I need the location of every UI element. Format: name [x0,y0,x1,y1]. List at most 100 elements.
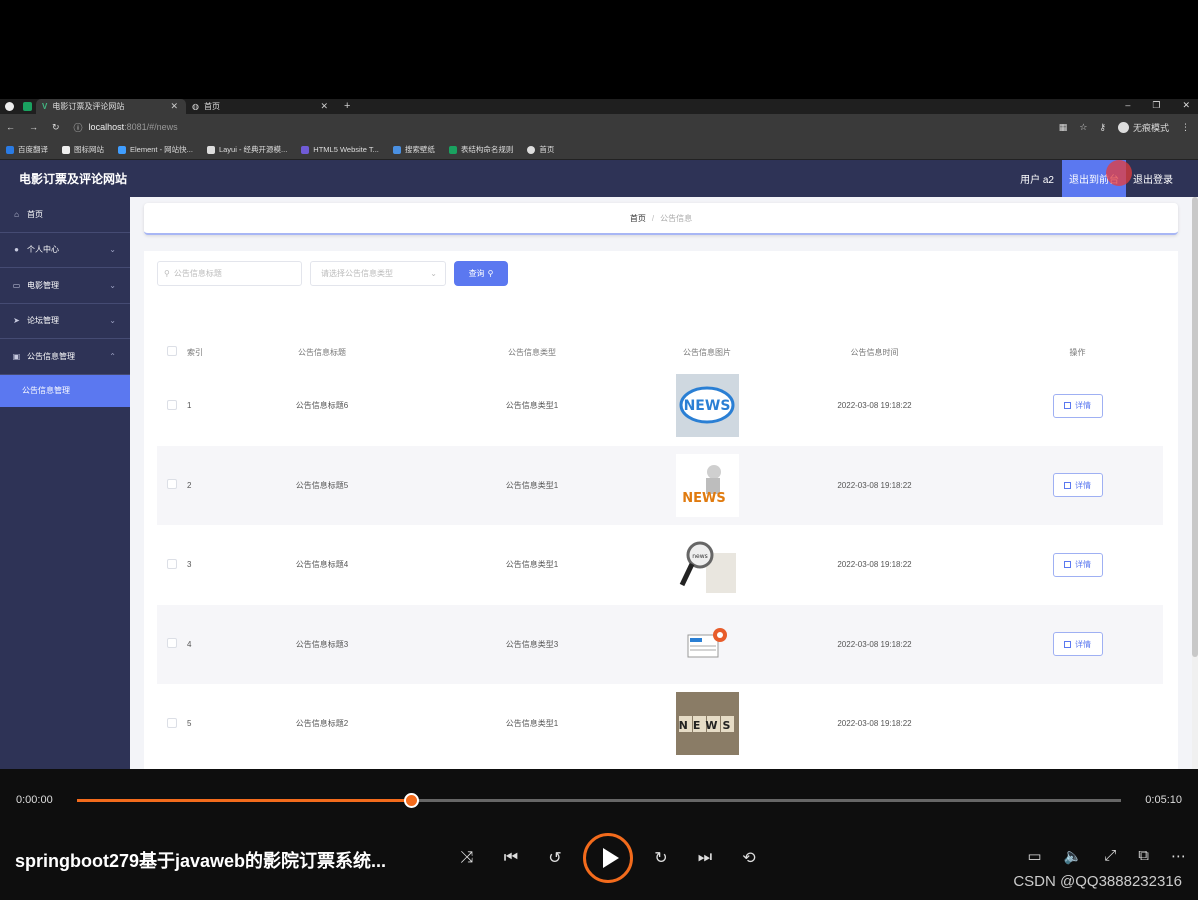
cell-index: 3 [187,560,192,570]
type-select[interactable]: 请选择公告信息类型 ⌄ [310,261,446,286]
forward-icon[interactable]: → [29,122,38,132]
logout-button[interactable]: 退出登录 [1126,171,1198,186]
translate-icon[interactable]: ▦ [1059,122,1068,133]
bookmark-item[interactable]: 搜索壁纸 [392,144,435,155]
current-time: 0:00:00 [16,794,53,806]
title-search-input[interactable]: ⚲ 公告信息标题 [157,261,302,286]
volume-icon[interactable]: 🔈 [1064,847,1083,865]
bookmark-item[interactable]: Layui - 经典开源模... [206,144,287,155]
info-icon[interactable]: ⓘ [74,121,83,134]
row-checkbox[interactable] [167,399,177,410]
cell-type: 公告信息类型1 [505,560,559,570]
breadcrumb-separator: / [651,213,655,223]
subtitles-icon[interactable]: ▭ [1027,847,1041,865]
cell-type: 公告信息类型3 [407,604,657,684]
cell-title: 公告信息标题5 [237,445,407,525]
cell-time: 2022-03-08 19:18:22 [837,719,912,729]
sidebar-item-movies[interactable]: ▭ 电影管理 ⌄ [0,268,130,304]
rewind-10-icon[interactable]: ↺ [533,833,577,883]
new-tab-icon[interactable]: + [344,99,350,114]
content-panel: ⚲ 公告信息标题 请选择公告信息类型 ⌄ 查询 ⚲ 索引 公告信息标题 公告信息… [144,251,1178,769]
page-scrollbar[interactable] [1192,197,1198,769]
sidebar-item-forum[interactable]: ➤ 论坛管理 ⌄ [0,304,130,339]
fullscreen-icon[interactable]: ⤢ [1104,847,1116,865]
cell-type: 公告信息类型1 [505,401,559,411]
news-image: NEWS [675,374,739,438]
previous-icon[interactable]: ⏮ [489,833,533,883]
column-header: 公告信息图片 [683,347,731,357]
tab-close-icon[interactable]: ✕ [320,101,328,112]
tab-close-icon[interactable]: ✕ [170,101,178,112]
cell-type: 公告信息类型1 [505,719,559,729]
bookmark-item[interactable]: 表结构命名规则 [448,144,513,155]
table-row: 5 公告信息标题2 公告信息类型1 NEWS 2022-03-08 19:18:… [157,684,1163,764]
detail-button[interactable]: 详情 [1052,473,1103,498]
detail-button[interactable]: 详情 [1052,393,1103,418]
progress-knob[interactable] [404,793,420,808]
total-time: 0:05:10 [1145,794,1182,806]
player-options: ▭ 🔈 ⤢ ⧉ ⋯ [1027,847,1186,865]
search-icon: ⚲ [164,269,170,278]
watermark: CSDN @QQ3888232316 [1013,873,1182,890]
url-host: localhost [88,122,125,132]
row-checkbox[interactable] [167,717,177,728]
sidebar-item-home[interactable]: ⌂ 首页 [0,197,130,233]
minimize-icon[interactable]: – [1125,99,1130,112]
tab-active[interactable]: V 电影订票及评论网站 ✕ [36,99,186,114]
reload-icon[interactable]: ↻ [52,122,60,133]
more-icon[interactable]: ⋮ [1181,122,1190,133]
star-icon[interactable]: ☆ [1079,122,1087,133]
cell-title: 公告信息标题4 [295,560,349,570]
bookmark-item[interactable]: Element - 网站快... [118,144,193,155]
play-button[interactable] [583,833,633,883]
bookmark-item[interactable]: HTML5 Website T... [301,145,379,154]
bookmark-icon [392,145,401,154]
more-options-icon[interactable]: ⋯ [1171,847,1186,865]
column-header: 公告信息标题 [298,347,346,357]
sidebar-item-profile[interactable]: ● 个人中心 ⌄ [0,233,130,268]
sidebar-subitem-notice-management[interactable]: 公告信息管理 [0,374,130,407]
repeat-off-icon[interactable]: ⟲ [727,833,771,883]
svg-text:news: news [692,553,708,560]
select-all-checkbox[interactable] [167,346,177,356]
sidebar-item-notices[interactable]: ▣ 公告信息管理 ⌃ [0,339,130,375]
bookmark-icon [448,145,457,154]
key-icon[interactable]: ⚷ [1099,122,1106,133]
back-icon[interactable]: ← [6,122,15,132]
bookmark-item[interactable]: 图标网站 [62,144,104,155]
cell-type: 公告信息类型1 [407,445,657,525]
row-checkbox[interactable] [167,558,177,569]
mini-player-icon[interactable]: ⧉ [1138,847,1149,865]
tab-inactive[interactable]: ◍ 首页 ✕ [186,99,336,114]
cell-time: 2022-03-08 19:18:22 [837,401,912,411]
detail-button[interactable]: 详情 [1052,632,1103,657]
news-image: NEWS [675,692,739,756]
query-button[interactable]: 查询 ⚲ [454,261,508,286]
url-field[interactable]: ⓘ localhost:8081/#/news [74,121,178,134]
bookmark-icon [206,145,215,154]
globe-icon: ◍ [192,102,199,111]
table-row: 3 公告信息标题4 公告信息类型1 news 2022-03-08 19:18:… [157,525,1163,605]
progress-track[interactable] [77,793,1121,808]
browser-menu-icon[interactable] [0,99,18,114]
svg-text:NEWS: NEWS [678,719,735,732]
cell-title: 公告信息标题6 [295,401,349,411]
breadcrumb-home[interactable]: 首页 [630,213,646,224]
close-window-icon[interactable]: ✕ [1182,99,1190,112]
row-checkbox[interactable] [167,479,177,490]
next-icon[interactable]: ⏭ [683,833,727,883]
bookmark-item[interactable]: 百度翻译 [6,144,48,155]
bookmark-item[interactable]: 首页 [527,144,554,155]
scrollbar-thumb[interactable] [1192,197,1198,657]
maximize-icon[interactable]: ❐ [1152,99,1160,112]
column-header: 公告信息类型 [508,347,556,357]
shuffle-icon[interactable]: ⤨ [445,833,489,883]
forward-30-icon[interactable]: ↻ [639,833,683,883]
incognito-badge[interactable]: 无痕模式 [1117,121,1169,134]
row-checkbox[interactable] [167,638,177,649]
notice-icon: ▣ [12,351,21,361]
app-body: ⌂ 首页 ● 个人中心 ⌄ ▭ 电影管理 ⌄ ➤ 论坛管理 ⌄ ▣ 公告信息管理 [0,197,1198,769]
app-tab-icon[interactable] [18,99,36,114]
cell-index: 1 [187,401,192,411]
detail-button[interactable]: 详情 [1052,552,1103,577]
